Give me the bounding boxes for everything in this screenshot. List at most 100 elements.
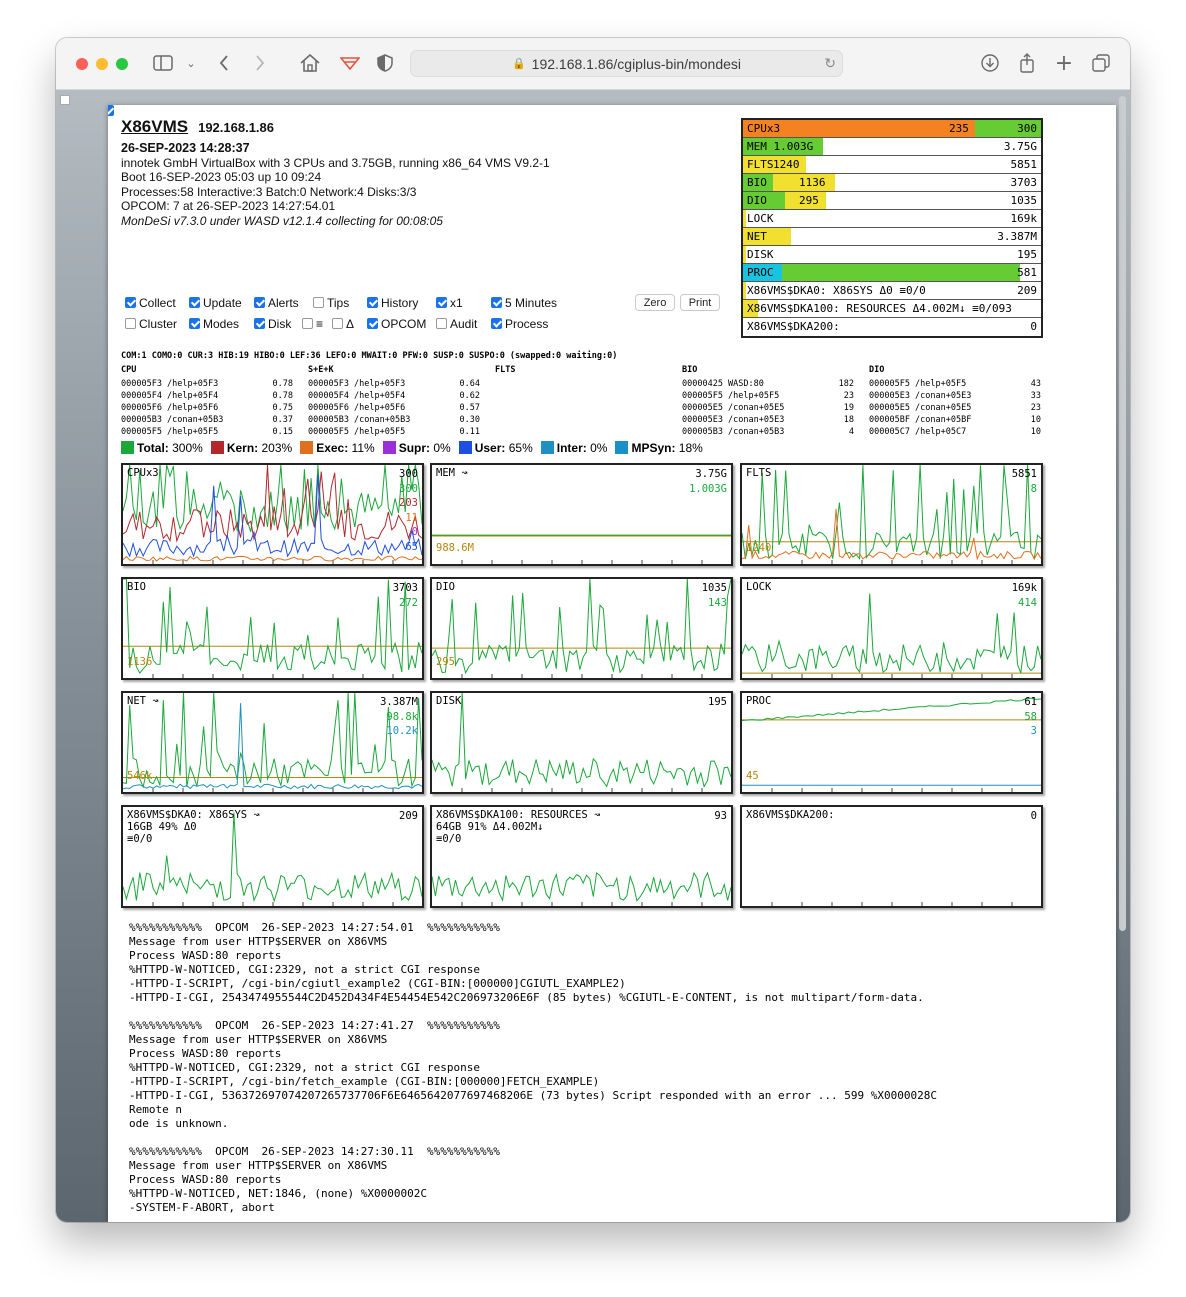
legend-value: 65% [505,441,533,455]
process-value: 0.62 [459,391,480,401]
option-r1-4[interactable]: History [367,296,418,310]
option-r1-6[interactable]: 5 Minutes [491,296,557,310]
graph-baseline-value: 1240 [746,542,772,554]
graph-title: X86VMS$DKA0: X86SYS ↝ 16GB 49% Δ0 ≡0/0 [127,809,260,845]
legend-label: Inter: [556,441,587,455]
graph-value: 58 [1024,710,1037,723]
stats-row: 000005C7 /help+05C7 10 [869,427,1041,439]
legend-label: User: [474,441,506,455]
download-icon[interactable] [980,52,1000,74]
scrollbar[interactable] [1119,96,1126,931]
stats-col-sek: S+E+K 000005F3 /help+05F3 0.64 000005F4 /he… [308,365,480,439]
checkbox[interactable] [302,318,313,329]
process-name: 000005F3 /help+05F3 [121,379,219,389]
opcom-messages: %%%%%%%%%%% OPCOM 26-SEP-2023 14:27:54.0… [129,921,937,1214]
close-window-button[interactable] [76,58,88,70]
print-button[interactable]: Print [680,294,720,311]
legend-item: Exec: 11% [300,441,375,455]
opcom-info: OPCOM: 7 at 26-SEP-2023 14:27:54.01 [121,199,336,214]
checkbox[interactable] [125,318,136,329]
process-value: 23 [1030,403,1041,413]
option-r2-1[interactable]: Modes [189,317,239,331]
extension-icon[interactable] [339,52,361,74]
process-value: 0.37 [272,415,293,425]
option-r2-0[interactable]: Cluster [125,317,177,331]
checkbox[interactable] [313,297,324,308]
option-r2-2[interactable]: Disk [254,317,291,331]
process-name: 000005B3 /conan+05B3 [308,415,411,425]
checkbox[interactable] [436,318,447,329]
zero-button[interactable]: Zero [635,294,675,311]
chevron-down-icon[interactable]: ⌄ [184,52,198,74]
option-label: Disk [268,317,292,331]
option-r2-7[interactable]: Process [491,317,548,331]
checkbox[interactable] [254,318,265,329]
legend-value: 0% [586,441,608,455]
option-r2-3[interactable]: ≡ [302,317,323,331]
ip-address: 192.168.1.86 [198,120,274,135]
legend-swatch [300,441,314,454]
option-r1-0[interactable]: Collect [125,296,176,310]
checkbox[interactable] [491,318,502,329]
graph-value: 98.8k [386,710,418,723]
option-r1-1[interactable]: Update [189,296,242,310]
process-value: 0.78 [272,391,293,401]
option-r2-6[interactable]: Audit [436,317,477,331]
graph-proc: PROC 61 58 3 45 [740,691,1043,794]
option-r1-2[interactable]: Alerts [254,296,299,310]
checkbox[interactable] [491,297,502,308]
zoom-window-button[interactable] [116,58,128,70]
checkbox[interactable] [254,297,265,308]
graph-baseline-value: 988.6M [436,542,474,554]
hostname-link[interactable]: X86VMS [121,117,188,136]
option-r1-5[interactable]: x1 [436,296,463,310]
legend-item: Supr: 0% [382,441,451,455]
option-r1-3[interactable]: Tips [313,296,349,310]
checkbox[interactable] [367,297,378,308]
tabs-overview-icon[interactable] [1091,52,1111,74]
stats-col-header: FLTS [495,365,516,375]
back-icon[interactable] [216,52,232,74]
checkbox[interactable] [332,318,343,329]
option-label: Tips [327,296,350,310]
graph-net: NET ↝ 3.387M 98.8k 10.2k 546k [121,691,424,794]
stats-col-header: DIO [869,365,885,375]
graph-title: BIO [127,581,146,593]
option-r2-5[interactable]: OPCOM [367,317,426,331]
checkbox[interactable] [436,297,447,308]
bar-1: MEM 1.003G 3.75G [743,138,1041,156]
legend-item: Inter: 0% [540,441,608,455]
checkbox[interactable] [125,297,136,308]
bar-label: LOCK [747,212,774,225]
checkbox[interactable] [189,297,200,308]
graph-value: 93 [714,810,727,822]
graph-baseline-value: 546k [127,770,153,782]
graph-value: 61 [1024,696,1037,708]
home-icon[interactable] [299,52,321,74]
checkbox[interactable] [189,318,200,329]
page-top-checkbox[interactable] [108,105,114,116]
address-bar[interactable]: 🔒 192.168.1.86/cgiplus-bin/mondesi ↻ [410,50,843,77]
share-icon[interactable] [1017,52,1037,74]
frame-checkbox[interactable] [60,95,70,105]
process-value: 4 [848,427,854,437]
option-label: 5 Minutes [505,296,558,310]
checkbox[interactable] [367,318,378,329]
option-label: Update [203,296,242,310]
legend-swatch [121,441,134,454]
legend-label: Supr: [398,441,431,455]
new-tab-icon[interactable]: + [1054,51,1074,76]
process-name: 000005F4 /help+05F4 [121,391,219,401]
option-r2-4[interactable]: Δ [332,317,354,331]
shield-icon[interactable] [376,52,394,74]
legend-label: Exec: [316,441,349,455]
forward-icon[interactable] [252,52,268,74]
graph-values: 0 [1031,809,1037,824]
minimize-window-button[interactable] [96,58,108,70]
bar-label: X86VMS$DKA200: [747,320,840,333]
process-value: 0.64 [459,379,480,389]
reload-icon[interactable]: ↻ [824,55,836,72]
sidebar-icon[interactable] [152,52,174,74]
process-name: 000005E5 /conan+05E5 [682,403,785,413]
legend-value: 11% [348,441,375,455]
